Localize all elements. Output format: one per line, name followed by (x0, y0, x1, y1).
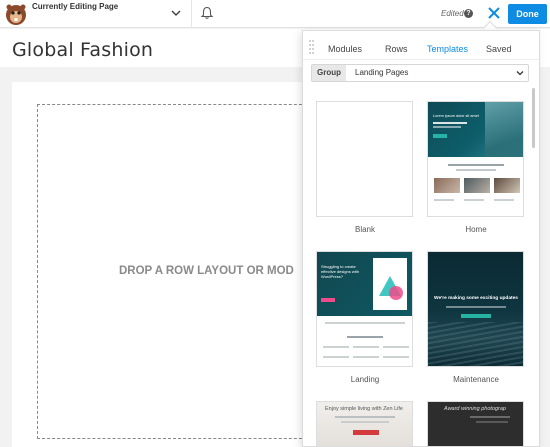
preview-heading: We're making some exciting updates (434, 296, 518, 301)
content-panel: Modules Rows Templates Saved Group Landi… (302, 30, 540, 447)
template-thumb-landing[interactable]: Struggling to create effective designs w… (316, 251, 413, 367)
preview-image (485, 102, 523, 157)
tab-templates[interactable]: Templates (427, 44, 468, 54)
chevron-down-icon[interactable] (170, 7, 182, 19)
tab-rows[interactable]: Rows (385, 44, 408, 54)
template-label-home: Home (465, 225, 487, 234)
help-icon[interactable]: ? (464, 9, 473, 18)
edited-label: Edited (441, 9, 464, 18)
done-button[interactable]: Done (508, 4, 547, 24)
template-label-blank: Blank (354, 225, 375, 234)
tab-modules[interactable]: Modules (328, 44, 362, 54)
beaver-logo-icon[interactable] (4, 2, 28, 26)
preview-heading: Enjoy simple living with Zen Life (325, 406, 403, 412)
top-bar: Currently Editing Page Edited ? Done (0, 0, 550, 28)
bell-icon[interactable] (200, 6, 214, 20)
preview-hero: We're making some exciting updates (428, 252, 523, 366)
chevron-down-icon (516, 71, 524, 76)
preview-hero: Struggling to create effective designs w… (317, 252, 412, 316)
tabs-divider (303, 59, 539, 60)
template-thumb-award[interactable]: Award winning photograp (427, 401, 524, 446)
template-label-landing: Landing (350, 375, 380, 384)
dropzone-text: DROP A ROW LAYOUT OR MOD (119, 265, 294, 277)
group-value: Landing Pages (355, 68, 409, 77)
preview-heading: Struggling to create effective designs w… (321, 264, 359, 279)
page-title: Global Fashion (12, 39, 154, 61)
group-select[interactable]: Group Landing Pages (311, 64, 529, 82)
divider (191, 0, 192, 28)
tab-saved[interactable]: Saved (486, 44, 512, 54)
group-label: Group (312, 65, 346, 81)
panel-scrollbar[interactable] (532, 88, 535, 148)
drag-handle-icon[interactable] (309, 39, 314, 55)
preview-heading: Lorem ipsum dolor sit amet (433, 114, 479, 118)
preview-hero: Lorem ipsum dolor sit amet (428, 102, 523, 157)
preview-heading: Award winning photograp (444, 406, 506, 412)
template-thumb-home[interactable]: Lorem ipsum dolor sit amet (427, 101, 524, 217)
editing-label: Currently Editing Page (32, 2, 119, 11)
close-icon[interactable] (486, 5, 502, 21)
template-thumb-blank[interactable] (316, 101, 413, 217)
template-thumb-simple[interactable]: Enjoy simple living with Zen Life (316, 401, 413, 446)
template-thumb-maintenance[interactable]: We're making some exciting updates (427, 251, 524, 367)
template-label-maintenance: Maintenance (453, 375, 499, 384)
